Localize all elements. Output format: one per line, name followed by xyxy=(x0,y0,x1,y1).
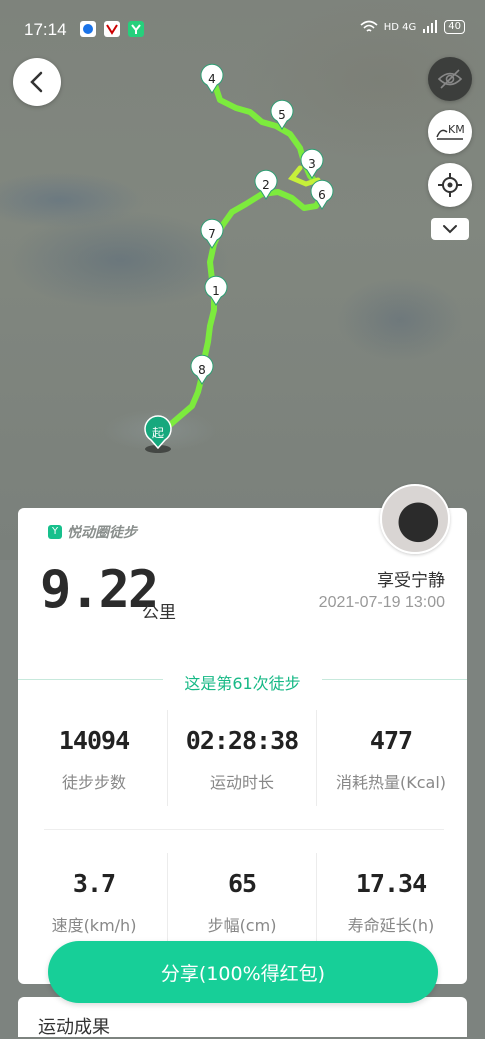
back-button[interactable] xyxy=(13,58,61,106)
summary-card: Y 悦动圈徒步 9.22 公里 享受宁静 2021-07-19 13:00 这是… xyxy=(18,508,467,984)
km-marker-label: 2 xyxy=(262,178,270,192)
km-icon: KM xyxy=(436,123,465,140)
km-marker-7: 7 xyxy=(200,218,224,249)
start-label: 起 xyxy=(152,426,164,440)
app-notification-icon xyxy=(104,21,120,37)
privacy-toggle-button[interactable] xyxy=(428,57,472,101)
stat-label: 运动时长 xyxy=(209,773,274,792)
activity-datetime: 2021-07-19 13:00 xyxy=(318,594,445,611)
stat-value: 3.7 xyxy=(72,869,116,898)
chevron-left-icon xyxy=(30,71,43,93)
stat-calories: 477 消耗热量(Kcal) xyxy=(317,726,465,793)
km-marker-label: 1 xyxy=(212,284,220,298)
locate-button[interactable] xyxy=(428,163,472,207)
stat-life-extension: 17.34 寿命延长(h) xyxy=(317,869,465,936)
stat-value: 17.34 xyxy=(355,869,427,898)
results-title: 运动成果 xyxy=(38,1017,110,1038)
results-card: 运动成果 xyxy=(18,997,467,1038)
stat-duration: 02:28:38 运动时长 xyxy=(168,726,316,793)
collapse-button[interactable] xyxy=(431,218,469,240)
svg-text:KM: KM xyxy=(448,123,465,136)
km-marker-label: 7 xyxy=(208,227,216,241)
km-marker-2: 2 xyxy=(254,169,278,200)
km-marker-8: 8 xyxy=(190,354,214,385)
km-marker-3: 3 xyxy=(300,148,324,179)
battery-icon: 40 xyxy=(444,20,465,34)
wifi-icon xyxy=(360,20,378,32)
session-divider: 这是第61次徒步 xyxy=(18,670,467,693)
distance-unit: 公里 xyxy=(142,603,176,623)
stat-steps: 14094 徒步步数 xyxy=(20,726,168,793)
km-marker-4: 4 xyxy=(200,63,224,94)
stat-value: 14094 xyxy=(58,726,130,755)
stat-label: 徒步步数 xyxy=(61,773,126,792)
eye-off-icon xyxy=(437,69,463,89)
distance-value: 9.22 xyxy=(40,560,159,620)
crosshair-icon xyxy=(438,173,462,197)
km-marker-label: 5 xyxy=(278,108,286,122)
stat-speed: 3.7 速度(km/h) xyxy=(20,869,168,936)
stat-label: 步幅(cm) xyxy=(207,916,277,935)
yuedong-app-icon xyxy=(128,21,144,37)
signal-icon xyxy=(423,20,438,33)
stat-label: 速度(km/h) xyxy=(51,916,137,935)
km-marker-label: 8 xyxy=(198,363,206,377)
chevron-down-icon xyxy=(443,225,457,234)
status-right: HD 4G 40 xyxy=(360,20,465,34)
share-button[interactable]: 分享(100%得红包) xyxy=(48,941,438,1003)
start-marker: 起 xyxy=(144,415,172,453)
km-marker-label: 3 xyxy=(308,157,316,171)
km-marker-label: 6 xyxy=(318,188,326,202)
stat-value: 477 xyxy=(369,726,413,755)
km-marker-label: 4 xyxy=(208,72,216,86)
brand-text: 悦动圈徒步 xyxy=(67,525,137,541)
km-markers-button[interactable]: KM xyxy=(428,110,472,154)
brand-logo-icon: Y xyxy=(48,525,62,539)
stat-stride: 65 步幅(cm) xyxy=(168,869,316,936)
status-bar: 17:14 HD 4G 40 xyxy=(0,0,485,60)
km-marker-6: 6 xyxy=(310,179,334,210)
stat-label: 寿命延长(h) xyxy=(347,916,435,935)
brand: Y 悦动圈徒步 xyxy=(48,522,137,542)
network-label: HD 4G xyxy=(383,21,417,33)
divider xyxy=(44,829,444,830)
avatar[interactable] xyxy=(380,484,450,554)
km-marker-5: 5 xyxy=(270,99,294,130)
stat-label: 消耗热量(Kcal) xyxy=(335,773,447,792)
route-map[interactable]: 1 2 3 4 5 6 7 8 起 xyxy=(0,0,485,560)
stat-value: 02:28:38 xyxy=(185,726,299,755)
km-marker-1: 1 xyxy=(204,275,228,306)
stat-value: 65 xyxy=(227,869,257,898)
user-name: 享受宁静 xyxy=(377,571,445,591)
status-time: 17:14 xyxy=(24,20,67,39)
app-notification-icon xyxy=(80,21,96,37)
session-count: 这是第61次徒步 xyxy=(184,674,301,693)
